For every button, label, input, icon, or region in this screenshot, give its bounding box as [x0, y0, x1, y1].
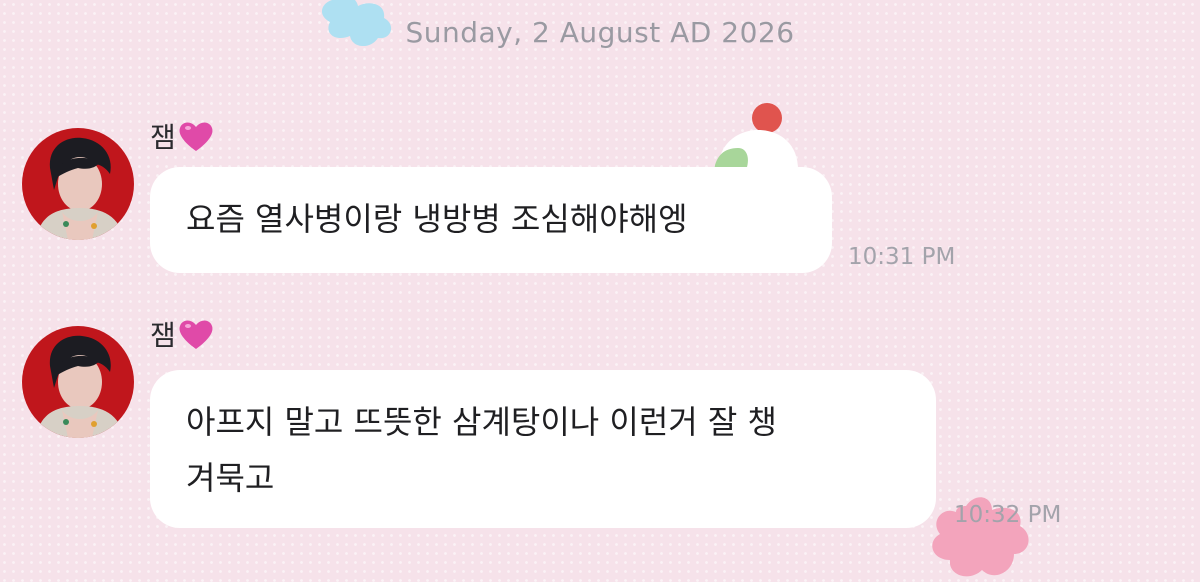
strawberry-dessert-sticker	[708, 100, 800, 170]
message-bubble[interactable]: 요즘 열사병이랑 냉방병 조심해야해엥	[150, 167, 832, 273]
message-text-line: 겨묵고	[186, 459, 275, 497]
message-bubble[interactable]: 아프지 말고 뜨뜻한 삼계탕이나 이런거 잘 챙 겨묵고	[150, 370, 936, 528]
message-timestamp: 10:32 PM	[954, 502, 1062, 528]
sender-name: 잼	[150, 116, 214, 156]
sender-name: 잼	[150, 314, 214, 354]
heart-icon	[179, 320, 213, 349]
message-timestamp: 10:31 PM	[848, 244, 956, 270]
message-text-line: 아프지 말고 뜨뜻한 삼계탕이나 이런거 잘 챙	[186, 403, 777, 441]
message-text-line: 요즘 열사병이랑 냉방병 조심해야해엥	[186, 200, 688, 238]
sender-avatar[interactable]	[22, 326, 134, 438]
sender-name-text: 잼	[150, 319, 176, 352]
date-separator: Sunday, 2 August AD 2026	[405, 16, 795, 49]
heart-icon	[179, 122, 213, 151]
sender-name-text: 잼	[150, 121, 176, 154]
sender-avatar[interactable]	[22, 128, 134, 240]
